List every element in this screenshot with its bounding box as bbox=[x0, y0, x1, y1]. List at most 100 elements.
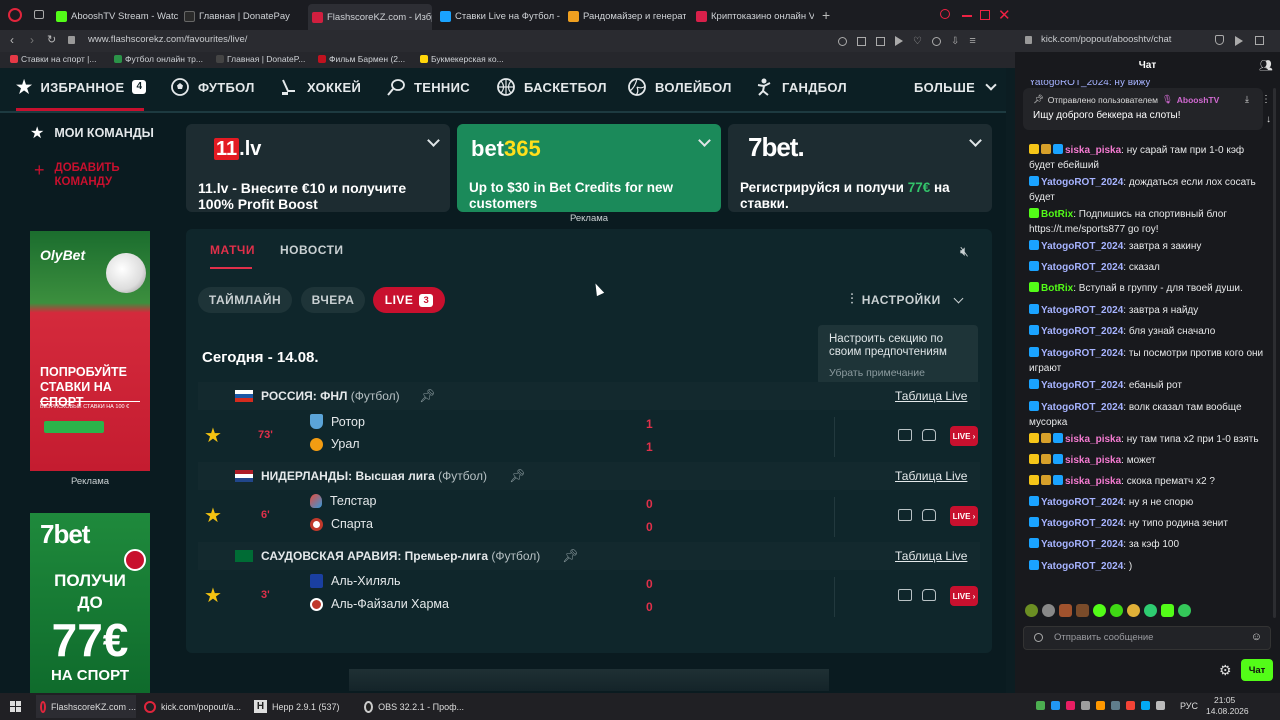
tray-icon[interactable] bbox=[1096, 701, 1105, 710]
emote-icon[interactable] bbox=[1059, 604, 1072, 617]
minimize-icon[interactable] bbox=[962, 15, 972, 17]
nav-more[interactable]: БОЛЬШЕ bbox=[914, 73, 997, 101]
bookmark-5[interactable]: Букмекерская ко... bbox=[420, 54, 504, 64]
chevron-down-icon[interactable] bbox=[969, 134, 982, 147]
bookmark-3[interactable]: Главная | DonateP... bbox=[216, 54, 305, 64]
play-icon[interactable] bbox=[895, 36, 903, 46]
settings-gear-icon[interactable]: ⚙ bbox=[1219, 662, 1232, 679]
home-team[interactable]: Ротор bbox=[310, 414, 365, 429]
profile-icon[interactable] bbox=[931, 36, 941, 46]
table-live-link[interactable]: Таблица Live bbox=[895, 469, 967, 483]
chat-username[interactable]: YatogoROT_2024 bbox=[1041, 348, 1123, 359]
chat-username[interactable]: YatogoROT_2024 bbox=[1041, 305, 1123, 316]
tray-icon[interactable] bbox=[1036, 701, 1045, 710]
nav-basketball[interactable]: БАСКЕТБОЛ bbox=[496, 73, 607, 101]
live-match-button[interactable]: LIVE › bbox=[950, 586, 978, 606]
taskbar-obs[interactable]: OBS 32.2.1 - Проф... bbox=[364, 695, 464, 718]
emote-icon[interactable] bbox=[1110, 604, 1123, 617]
live-match-button[interactable]: LIVE › bbox=[950, 506, 978, 526]
close-window-icon[interactable]: ✕ bbox=[998, 6, 1011, 24]
taskbar-hepp[interactable]: H Hepp 2.9.1 (537) bbox=[254, 695, 354, 718]
nav-volleyball[interactable]: ВОЛЕЙБОЛ bbox=[627, 73, 732, 101]
tab-casino[interactable]: Криптоказино онлайн VAV bbox=[696, 6, 814, 26]
tray-icon[interactable] bbox=[1066, 701, 1075, 710]
camera-icon[interactable] bbox=[1255, 36, 1264, 45]
banner-bet365[interactable]: bet365 Up to $30 in Bet Credits for new … bbox=[457, 124, 721, 212]
tab-live-bets[interactable]: Ставки Live на Футбол - О bbox=[440, 6, 562, 26]
bookmark-4[interactable]: Фильм Бармен (2... bbox=[318, 54, 405, 64]
unpin-icon[interactable]: ⤓ bbox=[1245, 94, 1249, 105]
add-team-button[interactable]: + ДОБАВИТЬ КОМАНДУ bbox=[34, 161, 135, 189]
menu-icon[interactable]: ≡ bbox=[969, 35, 975, 47]
filter-timeline[interactable]: ТАЙМЛАЙН bbox=[198, 287, 292, 313]
chat-username[interactable]: YatogoROT_2024 bbox=[1041, 262, 1123, 273]
window-icon[interactable] bbox=[34, 10, 44, 19]
league-row[interactable]: РОССИЯ: ФНЛ (Футбол) 📌︎ Таблица Live bbox=[198, 382, 980, 410]
chat-username[interactable]: YatogoROT_2024 bbox=[1041, 241, 1123, 252]
chat-username[interactable]: BotRix bbox=[1041, 283, 1073, 294]
tab-news[interactable]: НОВОСТИ bbox=[280, 243, 344, 257]
translate-icon[interactable] bbox=[857, 36, 866, 46]
emoji-icon[interactable]: ☺ bbox=[1251, 631, 1262, 643]
shirt-icon[interactable] bbox=[922, 509, 936, 521]
away-team[interactable]: Аль-Файзали Харма bbox=[310, 597, 449, 611]
chat-username[interactable]: siska_piska bbox=[1065, 434, 1121, 445]
live-match-button[interactable]: LIVE › bbox=[950, 426, 978, 446]
tab-kick[interactable]: AbooshTV Stream - Watch bbox=[56, 6, 178, 26]
nav-handball[interactable]: ГАНДБОЛ bbox=[754, 73, 847, 101]
table-live-link[interactable]: Таблица Live bbox=[895, 389, 967, 403]
tv-icon[interactable] bbox=[898, 589, 912, 601]
url-input[interactable]: www.flashscorekz.com/favourites/live/ bbox=[88, 34, 247, 45]
mute-sound-icon[interactable]: 🔇︎ bbox=[960, 243, 969, 260]
new-tab-button[interactable]: + bbox=[822, 7, 830, 23]
nav-hockey[interactable]: ХОККЕЙ bbox=[279, 73, 361, 101]
taskbar-kick[interactable]: kick.com/popout/a... bbox=[144, 695, 244, 718]
more-options-icon[interactable]: ⋮ bbox=[1261, 94, 1271, 105]
favorite-star-icon[interactable]: ★ bbox=[204, 503, 222, 528]
users-icon[interactable]: 👥︎ bbox=[1259, 59, 1273, 72]
tray-icon[interactable] bbox=[1081, 701, 1090, 710]
chat-username[interactable]: YatogoROT_2024 bbox=[1041, 177, 1123, 188]
zoom-icon[interactable] bbox=[838, 36, 847, 46]
emote-icon[interactable] bbox=[1042, 604, 1055, 617]
forward-icon[interactable]: › bbox=[30, 33, 34, 47]
emote-icon[interactable] bbox=[1093, 604, 1106, 617]
filter-yesterday[interactable]: ВЧЕРА bbox=[301, 287, 365, 313]
chevron-down-icon[interactable] bbox=[698, 134, 711, 147]
bookmark-2[interactable]: Футбол онлайн тр... bbox=[114, 54, 203, 64]
chevron-down-icon[interactable] bbox=[427, 134, 440, 147]
chat-username[interactable]: siska_piska bbox=[1065, 455, 1121, 466]
table-live-link[interactable]: Таблица Live bbox=[895, 549, 967, 563]
chat-username[interactable]: YatogoROT_2024 bbox=[1041, 497, 1123, 508]
banner-11lv[interactable]: 11 .lv 11.lv - Внесите €10 и получите 100… bbox=[186, 124, 450, 212]
maximize-icon[interactable] bbox=[980, 10, 990, 20]
tray-icon[interactable] bbox=[1141, 701, 1150, 710]
tab-flashscore[interactable]: FlashscoreKZ.com - Избр bbox=[308, 4, 432, 30]
emote-icon[interactable] bbox=[1025, 604, 1038, 617]
shield-icon[interactable] bbox=[1215, 35, 1224, 45]
away-team[interactable]: Спарта bbox=[310, 517, 373, 531]
taskbar-flashscore[interactable]: FlashscoreKZ.com ... bbox=[36, 695, 136, 718]
tab-matches[interactable]: МАТЧИ bbox=[210, 243, 255, 257]
tv-icon[interactable] bbox=[898, 429, 912, 441]
chat-username[interactable]: YatogoROT_2024 bbox=[1041, 402, 1123, 413]
nav-tennis[interactable]: ТЕННИС bbox=[386, 73, 470, 101]
clock-date[interactable]: 14.08.2026 bbox=[1206, 706, 1249, 716]
pin-icon[interactable]: 📌︎ bbox=[509, 468, 526, 484]
chat-url[interactable]: kick.com/popout/abooshtv/chat bbox=[1041, 34, 1171, 45]
tray-icon[interactable] bbox=[1051, 701, 1060, 710]
emote-icon[interactable] bbox=[1161, 604, 1174, 617]
tray-icon[interactable] bbox=[1111, 701, 1120, 710]
language-indicator[interactable]: РУС bbox=[1180, 701, 1198, 711]
expand-icon[interactable]: ↓ bbox=[1266, 114, 1271, 125]
7bet-side-ad[interactable]: 7bet ПОЛУЧИ ДО 77€ НА СПОРТ bbox=[30, 513, 150, 693]
dismiss-tooltip-link[interactable]: Убрать примечание bbox=[829, 367, 967, 379]
emote-icon[interactable] bbox=[1178, 604, 1191, 617]
heart-icon[interactable]: ♡ bbox=[913, 36, 922, 47]
home-team[interactable]: Аль-Хиляль bbox=[310, 574, 401, 588]
league-row[interactable]: НИДЕРЛАНДЫ: Высшая лига (Футбол) 📌︎ Табл… bbox=[198, 462, 980, 490]
olybet-ad[interactable]: OlyBet ПОПРОБУЙТЕ СТАВКИ НА СПОРТ БЕЗРИС… bbox=[30, 231, 150, 471]
shirt-icon[interactable] bbox=[922, 429, 936, 441]
chat-username[interactable]: YatogoROT_2024 bbox=[1041, 539, 1123, 550]
tray-icon[interactable] bbox=[1126, 701, 1135, 710]
